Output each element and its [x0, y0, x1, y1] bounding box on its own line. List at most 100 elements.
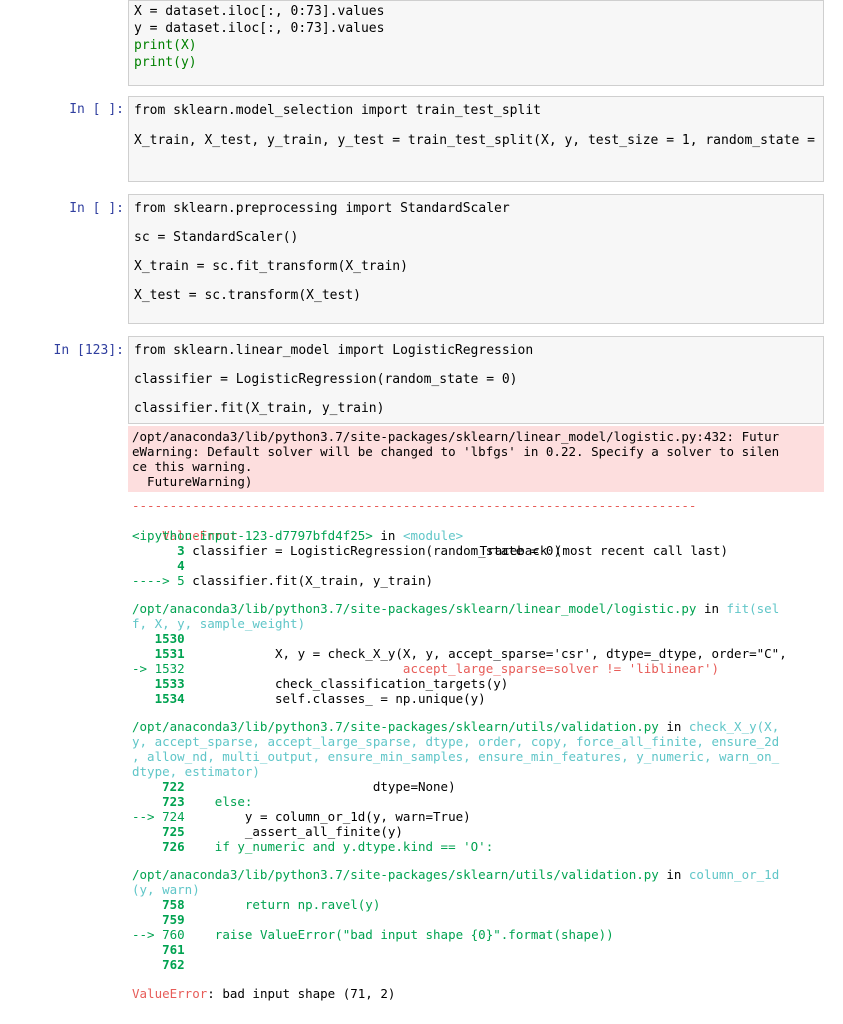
code-line: classifier.fit(X_train, y_train) [134, 401, 385, 416]
frame4-line: 759 [132, 912, 185, 927]
line-code: y = column_or_1d(y, warn=True) [184, 809, 471, 824]
frame4-line: 762 [132, 957, 185, 972]
frame2-line: -> 1532 accept_large_sparse=solver != 'l… [132, 661, 719, 676]
line-number: 722 [132, 779, 185, 794]
line-number: --> 760 [132, 927, 185, 942]
code-line: print(X) [134, 38, 197, 53]
line-number: 4 [132, 558, 185, 573]
line-number: 1531 [132, 646, 185, 661]
traceback-dashes: ----------------------------------------… [132, 498, 697, 513]
line-number: 3 [132, 543, 185, 558]
cell-2-prompt: In [ ]: [69, 201, 124, 216]
line-number: 762 [132, 957, 185, 972]
in-word: in [372, 528, 403, 543]
line-code: accept_large_sparse=solver != 'liblinear… [184, 661, 720, 676]
stderr-warning-output: /opt/anaconda3/lib/python3.7/site-packag… [128, 426, 824, 492]
frame1-line: 3 classifier = LogisticRegression(random… [132, 543, 561, 558]
line-number: 759 [132, 912, 185, 927]
code-cell-2-input[interactable]: from sklearn.preprocessing import Standa… [128, 194, 824, 324]
frame4-header-cont: (y, warn) [132, 882, 200, 897]
frame4-header: /opt/anaconda3/lib/python3.7/site-packag… [132, 867, 779, 882]
frame1-header: <ipython-input-123-d7797bfd4f25> in <mod… [132, 528, 463, 543]
line-number: 725 [132, 824, 185, 839]
frame1-line: ----> 5 classifier.fit(X_train, y_train) [132, 573, 433, 588]
code-line: classifier = LogisticRegression(random_s… [134, 372, 518, 387]
final-error-name: ValueError [132, 986, 208, 1001]
traceback-output: ----------------------------------------… [128, 498, 824, 1008]
code-line: from sklearn.model_selection import trai… [134, 103, 541, 118]
line-code: else: [184, 794, 253, 809]
frame4-line: 758 return np.ravel(y) [132, 897, 380, 912]
frame3-line: --> 724 y = column_or_1d(y, warn=True) [132, 809, 471, 824]
code-line: X_train, X_test, y_train, y_test = train… [134, 133, 815, 148]
frame3-line: 725 _assert_all_finite(y) [132, 824, 403, 839]
code-line: X_train = sc.fit_transform(X_train) [134, 259, 408, 274]
input-ref: <ipython-input-123-d7797bfd4f25> [132, 528, 373, 543]
line-number: 726 [132, 839, 185, 854]
line-number: 1534 [132, 691, 185, 706]
frame2-line: 1530 [132, 631, 185, 646]
final-error-line: ValueError: bad input shape (71, 2) [132, 986, 395, 1001]
frame2-line: 1531 X, y = check_X_y(X, y, accept_spars… [132, 646, 787, 661]
code-line: y = dataset.iloc[:, 0:73].values [134, 21, 385, 36]
code-line: X_test = sc.transform(X_test) [134, 288, 361, 303]
frame-path: /opt/anaconda3/lib/python3.7/site-packag… [132, 719, 659, 734]
line-number: 761 [132, 942, 185, 957]
frame-path: /opt/anaconda3/lib/python3.7/site-packag… [132, 601, 697, 616]
line-code: dtype=None) [184, 779, 456, 794]
frame3-header-cont: dtype, estimator) [132, 764, 260, 779]
final-error-message: : bad input shape (71, 2) [207, 986, 396, 1001]
module-name: <module> [402, 528, 464, 543]
line-number: 758 [132, 897, 185, 912]
line-number: -> 1532 [132, 661, 185, 676]
line-number: --> 724 [132, 809, 185, 824]
frame3-header-cont: , allow_nd, multi_output, ensure_min_sam… [132, 749, 780, 764]
code-line: from sklearn.preprocessing import Standa… [134, 201, 510, 216]
warning-line: ce this warning. [132, 459, 253, 474]
in-word: in [658, 867, 689, 882]
frame4-line: --> 760 raise ValueError("bad input shap… [132, 927, 614, 942]
frame-func: column_or_1d [688, 867, 780, 882]
code-cell-1-input[interactable]: from sklearn.model_selection import trai… [128, 96, 824, 182]
frame-func: check_X_y(X, [688, 719, 780, 734]
line-code: return np.ravel(y) [184, 897, 381, 912]
line-code: classifier.fit(X_train, y_train) [184, 573, 434, 588]
line-code: classifier = LogisticRegression(random_s… [184, 543, 561, 558]
frame-path: /opt/anaconda3/lib/python3.7/site-packag… [132, 867, 659, 882]
frame3-line: 726 if y_numeric and y.dtype.kind == 'O'… [132, 839, 493, 854]
frame-func: fit(sel [726, 601, 780, 616]
line-code: check_classification_targets(y) [184, 676, 509, 691]
frame2-header: /opt/anaconda3/lib/python3.7/site-packag… [132, 601, 779, 616]
line-code: raise ValueError("bad input shape {0}".f… [184, 927, 614, 942]
frame2-header-cont: f, X, y, sample_weight) [132, 616, 306, 631]
line-code: X, y = check_X_y(X, y, accept_sparse='cs… [184, 646, 787, 661]
frame3-line: 722 dtype=None) [132, 779, 456, 794]
frame3-line: 723 else: [132, 794, 252, 809]
frame4-line: 761 [132, 942, 185, 957]
frame3-header: /opt/anaconda3/lib/python3.7/site-packag… [132, 719, 779, 734]
line-code: _assert_all_finite(y) [184, 824, 403, 839]
warning-line: /opt/anaconda3/lib/python3.7/site-packag… [132, 429, 780, 444]
cell-3-prompt: In [123]: [53, 343, 124, 358]
code-line: from sklearn.linear_model import Logisti… [134, 343, 534, 358]
line-number: 1530 [132, 631, 185, 646]
in-word: in [696, 601, 727, 616]
code-line: print(y) [134, 55, 197, 70]
code-line: sc = StandardScaler() [134, 230, 299, 245]
frame3-header-cont: y, accept_sparse, accept_large_sparse, d… [132, 734, 780, 749]
line-number: 1533 [132, 676, 185, 691]
code-cell-3-input[interactable]: from sklearn.linear_model import Logisti… [128, 336, 824, 424]
code-cell-0-input[interactable]: X = dataset.iloc[:, 0:73].values y = dat… [128, 0, 824, 86]
warning-line: FutureWarning) [132, 474, 253, 489]
line-number: 723 [132, 794, 185, 809]
frame2-line: 1534 self.classes_ = np.unique(y) [132, 691, 486, 706]
line-code: if y_numeric and y.dtype.kind == 'O': [184, 839, 494, 854]
line-number: ----> 5 [132, 573, 185, 588]
warning-line: eWarning: Default solver will be changed… [132, 444, 780, 459]
frame1-line: 4 [132, 558, 185, 573]
line-code: self.classes_ = np.unique(y) [184, 691, 486, 706]
cell-1-prompt: In [ ]: [69, 102, 124, 117]
frame2-line: 1533 check_classification_targets(y) [132, 676, 509, 691]
code-line: X = dataset.iloc[:, 0:73].values [134, 4, 385, 19]
in-word: in [658, 719, 689, 734]
